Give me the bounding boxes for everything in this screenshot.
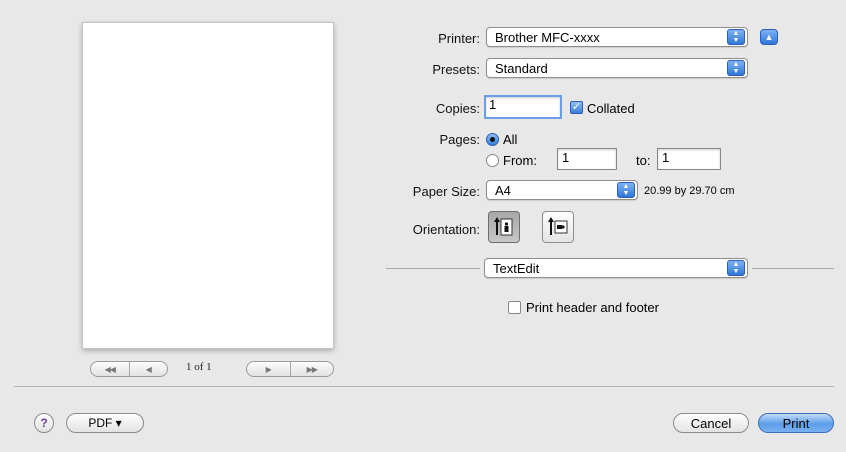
paper-size-label: Paper Size: <box>412 184 480 199</box>
print-header-footer-label: Print header and footer <box>526 300 659 315</box>
section-popup-value: TextEdit <box>493 260 540 276</box>
pdf-menu-button[interactable]: PDF ▾ <box>66 413 144 433</box>
printer-value: Brother MFC-xxxx <box>495 29 600 45</box>
previous-page-button[interactable]: ◀ <box>128 362 168 376</box>
printer-popup[interactable]: Brother MFC-xxxx ▲ ▼ <box>486 27 748 47</box>
next-page-button[interactable]: ▶ <box>247 362 290 376</box>
pages-from-label: From: <box>503 153 537 168</box>
collated-checkbox[interactable]: ✓ <box>570 101 583 114</box>
presets-value: Standard <box>495 60 548 76</box>
cancel-button[interactable]: Cancel <box>673 413 749 433</box>
page-counter: 1 of 1 <box>186 361 212 373</box>
pages-from-field[interactable]: 1 <box>557 148 617 170</box>
pages-to-field[interactable]: 1 <box>657 148 721 170</box>
portrait-icon <box>494 217 513 236</box>
last-page-button[interactable]: ▶▶ <box>289 362 334 376</box>
pages-from-radio[interactable] <box>486 154 499 167</box>
pages-all-label: All <box>503 132 518 147</box>
landscape-orientation-button[interactable] <box>542 211 574 243</box>
popup-arrows-icon: ▲ ▼ <box>727 60 745 76</box>
portrait-orientation-button[interactable] <box>488 211 520 243</box>
first-page-button[interactable]: ◀◀ <box>91 362 129 376</box>
preview-nav-forward-group: ▶ ▶▶ <box>246 361 334 377</box>
landscape-icon <box>548 217 568 235</box>
collated-label: Collated <box>587 101 635 116</box>
section-divider-left <box>386 268 480 269</box>
paper-dimensions: 20.99 by 29.70 cm <box>644 185 735 197</box>
pages-to-label: to: <box>636 153 651 168</box>
pages-label: Pages: <box>439 132 480 147</box>
printer-label: Printer: <box>438 31 480 46</box>
preview-nav-back-group: ◀◀ ◀ <box>90 361 168 377</box>
orientation-label: Orientation: <box>412 222 480 237</box>
presets-popup[interactable]: Standard ▲ ▼ <box>486 58 748 78</box>
presets-label: Presets: <box>432 62 480 77</box>
paper-size-value: A4 <box>495 182 511 198</box>
print-preview-page <box>82 22 334 349</box>
section-divider-right <box>752 268 834 269</box>
print-button[interactable]: Print <box>758 413 834 433</box>
pages-all-radio[interactable] <box>486 133 499 146</box>
footer-divider <box>14 386 834 387</box>
copies-field[interactable]: 1 <box>484 95 562 119</box>
popup-arrows-icon: ▲ ▼ <box>727 29 745 45</box>
copies-label: Copies: <box>435 101 480 116</box>
popup-arrows-icon: ▲ ▼ <box>727 260 745 276</box>
print-header-footer-checkbox[interactable] <box>508 301 521 314</box>
section-popup[interactable]: TextEdit ▲ ▼ <box>484 258 748 278</box>
details-disclosure-button[interactable]: ▲ <box>760 29 778 45</box>
popup-arrows-icon: ▲ ▼ <box>617 182 635 198</box>
help-button[interactable]: ? <box>34 413 54 433</box>
paper-size-popup[interactable]: A4 ▲ ▼ <box>486 180 638 200</box>
